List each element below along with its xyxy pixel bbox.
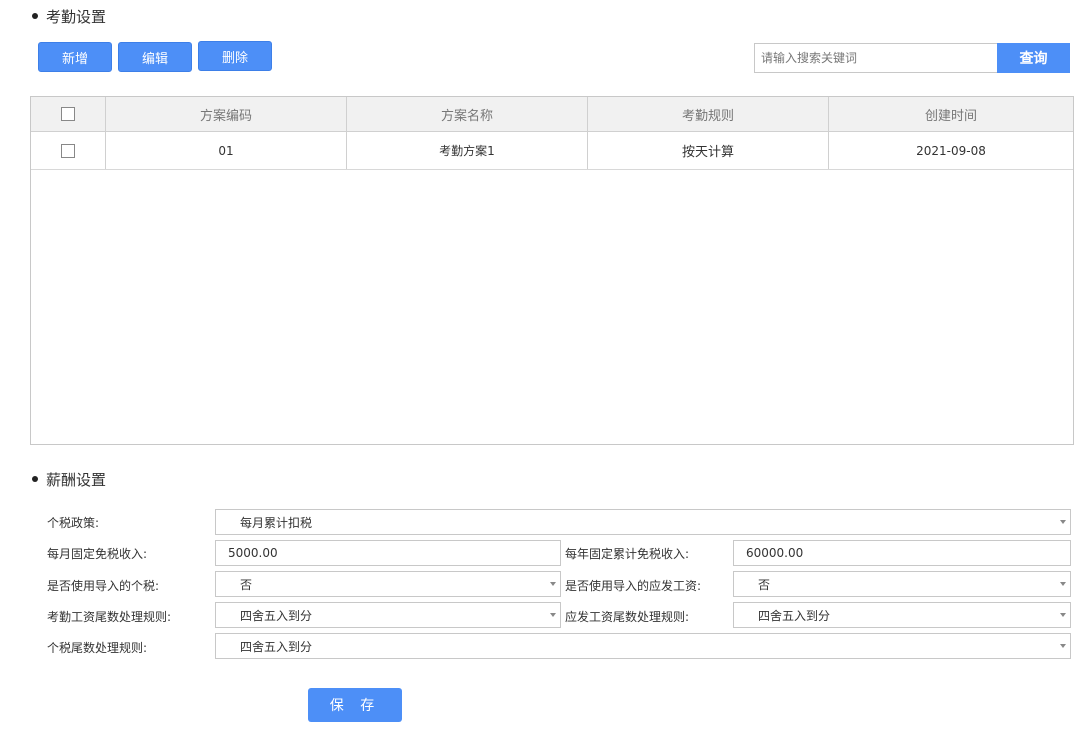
search-button[interactable]: 查询	[997, 43, 1070, 73]
chevron-down-icon	[1060, 613, 1066, 617]
salary-title-text: 薪酬设置	[46, 471, 107, 489]
tax-rounding-label: 个税尾数处理规则:	[47, 641, 148, 655]
wage-rounding-select[interactable]: 四舍五入到分	[733, 602, 1071, 628]
chevron-down-icon	[1060, 520, 1066, 524]
salary-section-title: 薪酬设置	[32, 469, 106, 490]
yearly-exempt-input[interactable]: 60000.00	[733, 540, 1071, 566]
tax-policy-label: 个税政策:	[47, 516, 100, 530]
header-checkbox-cell	[31, 97, 106, 131]
bullet-icon	[32, 12, 38, 19]
table-row[interactable]: 01 考勤方案1 按天计算 2021-09-08	[31, 132, 1073, 170]
wage-rounding-label: 应发工资尾数处理规则:	[565, 610, 690, 624]
chevron-down-icon	[1060, 644, 1066, 648]
table-header-row: 方案编码 方案名称 考勤规则 创建时间	[31, 97, 1073, 132]
monthly-exempt-value: 5000.00	[228, 546, 278, 560]
use-imported-wage-select[interactable]: 否	[733, 571, 1071, 597]
add-button[interactable]: 新增	[38, 42, 112, 72]
tax-policy-select[interactable]: 每月累计扣税	[215, 509, 1071, 535]
edit-button[interactable]: 编辑	[118, 42, 192, 72]
bullet-icon	[32, 475, 38, 482]
delete-button[interactable]: 删除	[198, 41, 272, 71]
monthly-exempt-label: 每月固定免税收入:	[47, 547, 148, 561]
cell-code: 01	[106, 132, 347, 169]
row-checkbox[interactable]	[61, 143, 75, 158]
wage-rounding-value: 四舍五入到分	[758, 608, 831, 623]
tax-rounding-select[interactable]: 四舍五入到分	[215, 633, 1071, 659]
attendance-title-text: 考勤设置	[46, 8, 107, 26]
use-imported-wage-label: 是否使用导入的应发工资:	[565, 579, 702, 593]
cell-rule: 按天计算	[588, 132, 829, 169]
chevron-down-icon	[550, 613, 556, 617]
use-imported-tax-select[interactable]: 否	[215, 571, 561, 597]
save-button[interactable]: 保 存	[308, 688, 402, 722]
cell-name: 考勤方案1	[347, 132, 588, 169]
header-created: 创建时间	[924, 108, 977, 124]
monthly-exempt-input[interactable]: 5000.00	[215, 540, 561, 566]
attendance-rounding-label: 考勤工资尾数处理规则:	[47, 610, 172, 624]
use-imported-wage-value: 否	[758, 577, 771, 592]
search-input[interactable]	[754, 43, 998, 73]
yearly-exempt-value: 60000.00	[746, 546, 804, 560]
cell-created: 2021-09-08	[916, 143, 986, 158]
yearly-exempt-label: 每年固定累计免税收入:	[565, 547, 690, 561]
use-imported-tax-value: 否	[240, 577, 253, 592]
attendance-section-title: 考勤设置	[32, 6, 106, 27]
header-code: 方案编码	[106, 97, 347, 131]
use-imported-tax-label: 是否使用导入的个税:	[47, 579, 160, 593]
tax-policy-value: 每月累计扣税	[240, 515, 313, 530]
row-checkbox-cell	[31, 132, 106, 169]
chevron-down-icon	[550, 582, 556, 586]
tax-rounding-value: 四舍五入到分	[240, 639, 313, 654]
attendance-rounding-value: 四舍五入到分	[240, 608, 313, 623]
scheme-table: 方案编码 方案名称 考勤规则 创建时间 01 考勤方案1 按天计算 2021-0…	[30, 96, 1074, 445]
chevron-down-icon	[1060, 582, 1066, 586]
attendance-rounding-select[interactable]: 四舍五入到分	[215, 602, 561, 628]
select-all-checkbox[interactable]	[61, 107, 75, 121]
header-rule: 考勤规则	[588, 97, 829, 131]
header-name: 方案名称	[347, 97, 588, 131]
